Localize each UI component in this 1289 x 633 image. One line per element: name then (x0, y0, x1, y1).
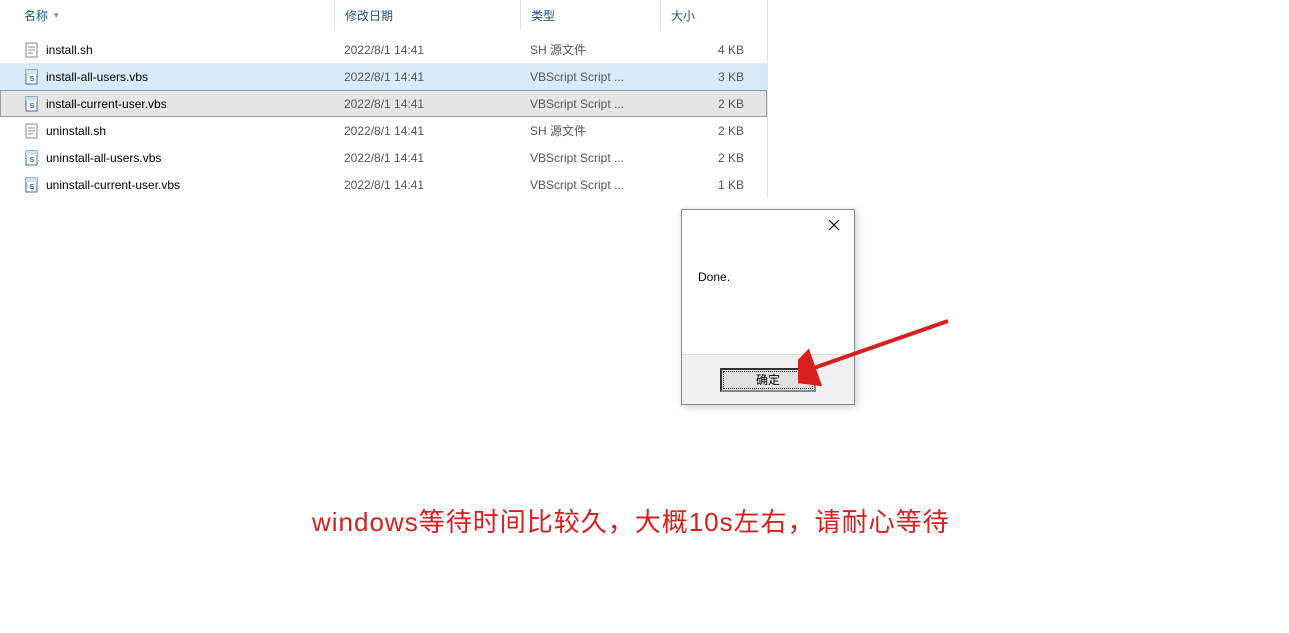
file-type-cell: VBScript Script ... (520, 178, 660, 192)
file-type-cell: VBScript Script ... (520, 151, 660, 165)
annotation-caption: windows等待时间比较久，大概10s左右，请耐心等待 (312, 502, 950, 539)
file-type-cell: VBScript Script ... (520, 70, 660, 84)
file-date-cell: 2022/8/1 14:41 (334, 151, 520, 165)
vbs-file-icon: S (24, 69, 40, 85)
file-name-label: install-all-users.vbs (46, 70, 148, 84)
file-date-cell: 2022/8/1 14:41 (334, 70, 520, 84)
file-size-cell: 1 KB (660, 178, 760, 192)
file-name-label: install-current-user.vbs (46, 97, 167, 111)
svg-text:S: S (30, 157, 35, 164)
file-row[interactable]: Suninstall-all-users.vbs2022/8/1 14:41VB… (0, 144, 767, 171)
file-name-label: uninstall.sh (46, 124, 106, 138)
file-row[interactable]: Suninstall-current-user.vbs2022/8/1 14:4… (0, 171, 767, 198)
sh-file-icon (24, 42, 40, 58)
file-date-cell: 2022/8/1 14:41 (334, 97, 520, 111)
sort-indicator-icon: ▾ (54, 10, 59, 21)
svg-text:S: S (30, 76, 35, 83)
file-row[interactable]: Sinstall-current-user.vbs2022/8/1 14:41V… (0, 90, 767, 117)
message-dialog: Done. 确定 (681, 209, 855, 405)
dialog-titlebar[interactable] (682, 210, 854, 246)
file-name-cell: Suninstall-current-user.vbs (24, 177, 334, 193)
file-type-cell: VBScript Script ... (520, 97, 660, 111)
file-list: install.sh2022/8/1 14:41SH 源文件4 KBSinsta… (0, 36, 767, 198)
close-icon (828, 219, 840, 231)
column-header-row: 名称 ▾ 修改日期 类型 大小 (0, 0, 767, 30)
column-header-type-label: 类型 (531, 7, 555, 24)
file-date-cell: 2022/8/1 14:41 (334, 43, 520, 57)
file-date-cell: 2022/8/1 14:41 (334, 124, 520, 138)
file-name-label: uninstall-current-user.vbs (46, 178, 180, 192)
file-name-cell: Sinstall-all-users.vbs (24, 69, 334, 85)
ok-button-label: 确定 (756, 371, 780, 388)
column-header-name[interactable]: 名称 ▾ (24, 7, 334, 24)
column-header-size[interactable]: 大小 (660, 0, 760, 30)
file-name-label: install.sh (46, 43, 93, 57)
file-name-label: uninstall-all-users.vbs (46, 151, 161, 165)
file-size-cell: 3 KB (660, 70, 760, 84)
file-name-cell: Sinstall-current-user.vbs (24, 96, 334, 112)
file-size-cell: 2 KB (660, 97, 760, 111)
svg-text:S: S (30, 103, 35, 110)
column-header-size-label: 大小 (671, 7, 695, 24)
file-name-cell: install.sh (24, 42, 334, 58)
vbs-file-icon: S (24, 150, 40, 166)
dialog-body: Done. (682, 246, 854, 354)
file-type-cell: SH 源文件 (520, 41, 660, 58)
column-header-date[interactable]: 修改日期 (334, 0, 520, 30)
file-row[interactable]: Sinstall-all-users.vbs2022/8/1 14:41VBSc… (0, 63, 767, 90)
column-header-name-label: 名称 (24, 7, 48, 24)
close-button[interactable] (814, 210, 854, 240)
file-date-cell: 2022/8/1 14:41 (334, 178, 520, 192)
file-name-cell: Suninstall-all-users.vbs (24, 150, 334, 166)
svg-text:S: S (30, 184, 35, 191)
file-type-cell: SH 源文件 (520, 122, 660, 139)
column-header-type[interactable]: 类型 (520, 0, 660, 30)
dialog-message: Done. (698, 270, 730, 284)
file-explorer: 名称 ▾ 修改日期 类型 大小 install.sh 2022/8/1 14:41… (0, 0, 768, 198)
sh-file-icon (24, 123, 40, 139)
file-size-cell: 2 KB (660, 124, 760, 138)
ok-button[interactable]: 确定 (720, 368, 816, 392)
column-header-date-label: 修改日期 (345, 7, 393, 24)
file-name-cell: uninstall.sh (24, 123, 334, 139)
file-size-cell: 4 KB (660, 43, 760, 57)
vbs-file-icon: S (24, 177, 40, 193)
file-row[interactable]: install.sh 2022/8/1 14:41SH 源文件4 KB (0, 36, 767, 63)
file-row[interactable]: uninstall.sh 2022/8/1 14:41SH 源文件2 KB (0, 117, 767, 144)
file-size-cell: 2 KB (660, 151, 760, 165)
vbs-file-icon: S (24, 96, 40, 112)
dialog-footer: 确定 (682, 354, 854, 404)
